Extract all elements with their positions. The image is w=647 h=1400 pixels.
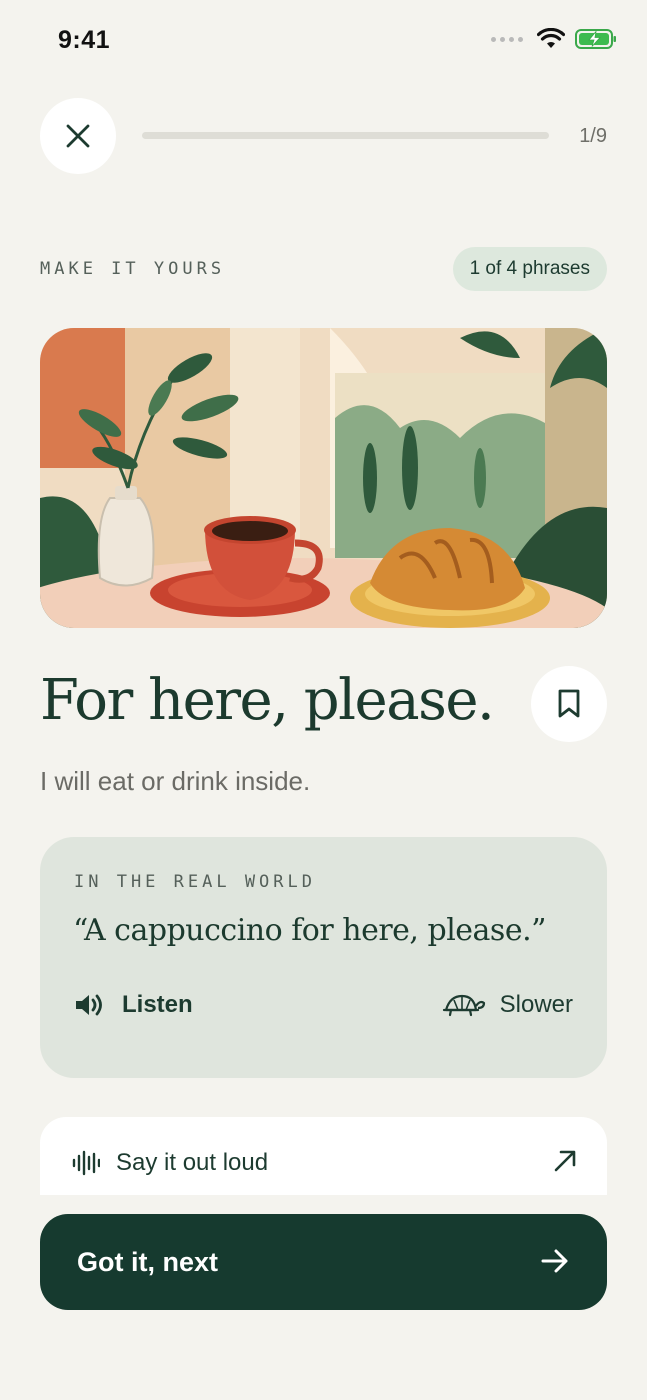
real-world-label: IN THE REAL WORLD <box>74 872 316 892</box>
status-icons <box>491 28 617 50</box>
say-it-out-loud-label: Say it out loud <box>116 1149 269 1176</box>
bookmark-button[interactable] <box>531 666 607 742</box>
hero-illustration <box>40 328 607 628</box>
real-world-card: IN THE REAL WORLD “A cappuccino for here… <box>40 837 607 1078</box>
phrase-count-badge: 1 of 4 phrases <box>452 247 607 291</box>
progress-bar <box>142 132 549 139</box>
listen-button[interactable]: Listen <box>74 991 193 1019</box>
say-it-out-loud-button[interactable]: Say it out loud <box>40 1117 607 1195</box>
signal-icon <box>491 36 523 42</box>
close-button[interactable] <box>40 98 116 174</box>
status-time: 9:41 <box>58 26 111 54</box>
listen-label: Listen <box>122 991 193 1018</box>
section-label: MAKE IT YOURS <box>40 259 226 279</box>
progress-label: 1/9 <box>579 125 607 147</box>
next-button-label: Got it, next <box>77 1247 218 1277</box>
turtle-icon <box>442 994 485 1017</box>
arrow-right-icon <box>541 1249 568 1273</box>
speaker-icon <box>76 994 102 1016</box>
bookmark-icon <box>558 689 580 718</box>
example-quote: “A cappuccino for here, please.” <box>73 913 546 948</box>
got-it-next-button[interactable]: Got it, next <box>40 1214 607 1310</box>
status-bar: 9:41 <box>0 0 647 80</box>
slower-label: Slower <box>499 991 573 1018</box>
arrow-up-right-icon <box>554 1150 576 1172</box>
waveform-icon <box>72 1150 100 1176</box>
close-icon <box>66 124 90 148</box>
phrase-title: For here, please. <box>40 668 495 733</box>
battery-icon <box>575 29 616 49</box>
phrase-meaning: I will eat or drink inside. <box>40 766 311 796</box>
wifi-icon <box>537 28 565 48</box>
slower-button[interactable]: Slower <box>442 991 573 1019</box>
